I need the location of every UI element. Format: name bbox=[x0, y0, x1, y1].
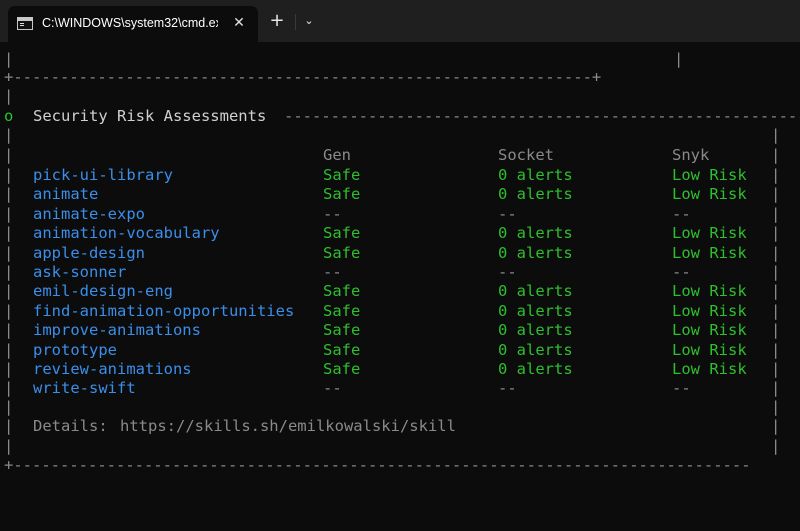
row-border: | bbox=[771, 263, 781, 281]
gen-status: Safe bbox=[323, 244, 361, 262]
title-bar: C:\WINDOWS\system32\cmd.exe ✕ + ⌄ bbox=[0, 0, 800, 42]
row-border: | bbox=[771, 244, 781, 262]
skill-name: animate-expo bbox=[33, 205, 145, 223]
gen-status: Safe bbox=[323, 224, 361, 242]
gen-status: Safe bbox=[323, 185, 361, 203]
row-border: | bbox=[771, 302, 781, 320]
skill-name: prototype bbox=[33, 341, 117, 359]
row-border: | bbox=[771, 341, 781, 359]
snyk-status: Low Risk bbox=[672, 185, 747, 203]
details-label: Details: bbox=[33, 417, 108, 435]
row-border: | bbox=[771, 379, 781, 397]
socket-status: 0 alerts bbox=[498, 166, 573, 184]
section-title-line: o Security Risk Assessments ------------… bbox=[4, 107, 800, 125]
table-header: | Gen Socket Snyk | bbox=[4, 146, 781, 164]
header-snyk: Snyk bbox=[672, 146, 710, 164]
row-border: | bbox=[4, 321, 14, 339]
box-bottom-line: +---------------------------------------… bbox=[0, 68, 601, 87]
row-border: | bbox=[4, 282, 14, 300]
close-icon[interactable]: ✕ bbox=[229, 13, 249, 33]
snyk-status: -- bbox=[672, 263, 691, 281]
socket-status: -- bbox=[498, 263, 517, 281]
details-url[interactable]: https://skills.sh/emilkowalski/skill bbox=[120, 417, 456, 436]
snyk-status: Low Risk bbox=[672, 166, 747, 184]
skill-name: pick-ui-library bbox=[33, 166, 173, 184]
snyk-status: -- bbox=[672, 205, 691, 223]
gen-status: -- bbox=[323, 379, 342, 397]
row-border: | bbox=[771, 321, 781, 339]
header-socket: Socket bbox=[498, 146, 554, 164]
tab-title: C:\WINDOWS\system32\cmd.exe bbox=[42, 16, 218, 30]
row-border: | bbox=[4, 302, 14, 320]
terminal-tab[interactable]: C:\WINDOWS\system32\cmd.exe ✕ bbox=[8, 6, 258, 42]
row-border: | bbox=[771, 185, 781, 203]
snyk-status: Low Risk bbox=[672, 224, 747, 242]
spacer-line: | bbox=[4, 87, 14, 105]
skill-name: apple-design bbox=[33, 244, 145, 262]
gen-status: Safe bbox=[323, 341, 361, 359]
snyk-status: Low Risk bbox=[672, 360, 747, 378]
skill-name: find-animation-opportunities bbox=[33, 302, 295, 320]
socket-status: -- bbox=[498, 379, 517, 397]
gen-status: Safe bbox=[323, 166, 361, 184]
row-border: | bbox=[4, 224, 14, 242]
socket-status: 0 alerts bbox=[498, 282, 573, 300]
skill-name: animate bbox=[33, 185, 99, 203]
snyk-status: Low Risk bbox=[672, 302, 747, 320]
section-title: Security Risk Assessments bbox=[33, 107, 267, 125]
socket-status: 0 alerts bbox=[498, 302, 573, 320]
skill-name: animation-vocabulary bbox=[33, 224, 220, 242]
gen-status: Safe bbox=[323, 321, 361, 339]
gen-status: -- bbox=[323, 205, 342, 223]
details-line: | Details: https://skills.sh/emilkowalsk… bbox=[4, 417, 781, 435]
row-border: | bbox=[4, 341, 14, 359]
bullet-icon: o bbox=[4, 107, 14, 125]
snyk-status: Low Risk bbox=[672, 341, 747, 359]
gen-status: Safe bbox=[323, 302, 361, 320]
socket-status: 0 alerts bbox=[498, 341, 573, 359]
socket-status: 0 alerts bbox=[498, 321, 573, 339]
terminal-output[interactable]: | | +-----------------------------------… bbox=[0, 42, 800, 482]
spacer-line: | | bbox=[4, 437, 781, 455]
gen-status: -- bbox=[323, 263, 342, 281]
row-border: | bbox=[771, 360, 781, 378]
cmd-icon bbox=[17, 17, 33, 30]
snyk-status: Low Risk bbox=[672, 244, 747, 262]
spacer-line: | | bbox=[4, 398, 781, 416]
skill-name: write-swift bbox=[33, 379, 136, 397]
socket-status: 0 alerts bbox=[498, 360, 573, 378]
row-border: | bbox=[4, 379, 14, 397]
snyk-status: Low Risk bbox=[672, 321, 747, 339]
box-bottom-line-2: +---------------------------------------… bbox=[4, 456, 751, 474]
row-border: | bbox=[4, 166, 14, 184]
row-border: | bbox=[4, 263, 14, 281]
skill-name: improve-animations bbox=[33, 321, 201, 339]
box-side-line: | | bbox=[4, 50, 684, 68]
header-gen: Gen bbox=[323, 146, 351, 164]
spacer-line: | | bbox=[4, 126, 781, 144]
snyk-status: -- bbox=[672, 379, 691, 397]
skill-name: ask-sonner bbox=[33, 263, 127, 281]
row-border: | bbox=[771, 205, 781, 223]
row-border: | bbox=[771, 282, 781, 300]
row-border: | bbox=[4, 360, 14, 378]
socket-status: -- bbox=[498, 205, 517, 223]
gen-status: Safe bbox=[323, 282, 361, 300]
row-border: | bbox=[771, 224, 781, 242]
chevron-down-icon[interactable]: ⌄ bbox=[300, 10, 318, 32]
row-border: | bbox=[4, 205, 14, 223]
new-tab-button[interactable]: + bbox=[266, 10, 288, 32]
socket-status: 0 alerts bbox=[498, 244, 573, 262]
row-border: | bbox=[771, 166, 781, 184]
socket-status: 0 alerts bbox=[498, 185, 573, 203]
skill-name: emil-design-eng bbox=[33, 282, 173, 300]
tab-divider bbox=[295, 14, 296, 30]
row-border: | bbox=[4, 244, 14, 262]
box-bottom-border: +---------------------------------------… bbox=[4, 68, 602, 86]
row-border: | bbox=[4, 185, 14, 203]
socket-status: 0 alerts bbox=[498, 224, 573, 242]
snyk-status: Low Risk bbox=[672, 282, 747, 300]
skill-name: review-animations bbox=[33, 360, 192, 378]
gen-status: Safe bbox=[323, 360, 361, 378]
